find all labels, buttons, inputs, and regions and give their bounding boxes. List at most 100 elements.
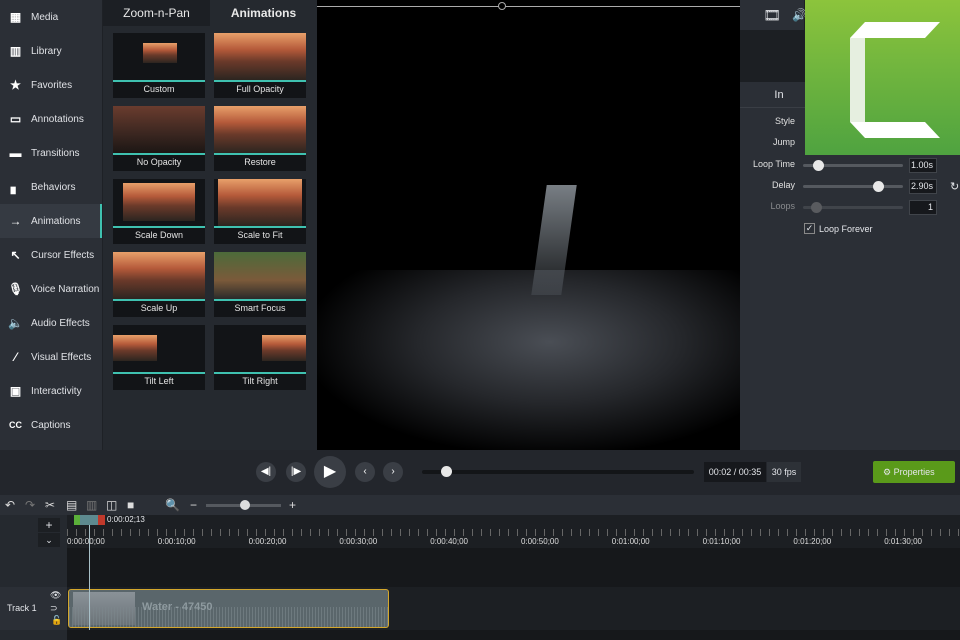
ruler-tick-label: 0:01:20;00 (793, 537, 832, 546)
sidebar-item-voice-narration[interactable]: 🎙 Voice Narration (0, 272, 102, 306)
sidebar-item-label: Transitions (31, 147, 80, 159)
interactivity-icon: ▣ (9, 384, 22, 398)
sidebar-item-library[interactable]: ▥ Library (0, 34, 102, 68)
animation-tilt-left[interactable]: Tilt Left (113, 325, 205, 390)
next-button[interactable]: › (383, 462, 403, 482)
split-icon[interactable]: ◫ (106, 498, 117, 512)
zoom-icon[interactable]: 🔍 (165, 498, 180, 512)
sidebar-item-label: Interactivity (31, 385, 82, 397)
sidebar-item-label: Audio Effects (31, 317, 90, 329)
sidebar-item-label: Library (31, 45, 62, 57)
accent-bar (113, 153, 205, 155)
eye-icon[interactable]: 👁 (50, 590, 61, 601)
properties-button[interactable]: ⚙ Properties (873, 461, 955, 483)
ruler-tick-label: 0:00:50;00 (521, 537, 559, 546)
zoom-slider[interactable] (206, 500, 281, 510)
undo-icon[interactable]: ↶ (5, 498, 15, 512)
lock-icon[interactable]: 🔓 (51, 615, 62, 626)
zoom-in-icon[interactable]: + (289, 498, 296, 512)
magnet-icon[interactable]: ⊃ (50, 603, 58, 614)
thumbnail-image (143, 43, 177, 63)
ruler-tick-label: 0:01:10;00 (702, 537, 741, 546)
redo-icon[interactable]: ↷ (25, 498, 35, 512)
sidebar-item-label: Annotations (31, 113, 84, 125)
thumbnail-label: Tilt Right (242, 376, 278, 386)
scrubber-knob[interactable] (441, 466, 453, 477)
loop-forever-checkbox[interactable]: ✓ (804, 223, 815, 234)
thumbnail-image (218, 179, 302, 226)
sidebar-item-interactivity[interactable]: ▣ Interactivity (0, 374, 102, 408)
accent-bar (214, 299, 306, 301)
snapshot-icon[interactable]: ■ (127, 498, 134, 512)
play-button[interactable]: ▶ (314, 456, 346, 488)
animation-restore[interactable]: Restore (214, 106, 306, 171)
sidebar-item-media[interactable]: ▦ Media (0, 0, 102, 34)
animation-scale-to-fit[interactable]: Scale to Fit (214, 179, 306, 244)
clip-label: Water - 47450 (142, 601, 213, 613)
out-marker[interactable] (98, 515, 105, 525)
loop-time-slider[interactable] (803, 160, 903, 171)
ruler-tick-label: 0:00:10;00 (157, 537, 196, 546)
loop-time-label: Loop Time (752, 159, 795, 169)
scrubber[interactable] (422, 466, 694, 477)
sidebar-item-label: Media (31, 11, 59, 23)
sidebar-item-label: Favorites (31, 79, 73, 91)
audio-clip[interactable]: Water - 47450 (68, 589, 389, 628)
paste-icon[interactable]: ▥ (86, 498, 97, 512)
step-forward-button[interactable]: |▶ (286, 462, 306, 482)
thumbnail-label: Custom (143, 84, 175, 94)
loops-label: Loops (770, 201, 795, 211)
accent-bar (113, 372, 205, 374)
sidebar-item-captions[interactable]: CC Captions (0, 408, 102, 442)
playback-bar: ◀| |▶ ▶ ‹ › 00:02 / 00:35 30 fps ⚙ Prope… (0, 450, 960, 495)
delay-field[interactable]: 2.90s (909, 179, 937, 194)
sidebar-item-visual-effects[interactable]: ⁄ Visual Effects (0, 340, 102, 374)
copy-icon[interactable]: ▤ (66, 498, 77, 512)
loop-time-field[interactable]: 1.00s (909, 158, 937, 173)
rotate-handle[interactable] (498, 2, 506, 10)
books-icon: ▥ (9, 44, 22, 58)
previous-button[interactable]: ‹ (355, 462, 375, 482)
reset-icon[interactable]: ↻ (950, 180, 959, 193)
sidebar-item-annotations[interactable]: ▭ Annotations (0, 102, 102, 136)
sidebar-item-cursor-effects[interactable]: ↖ Cursor Effects (0, 238, 102, 272)
animation-scale-down[interactable]: Scale Down (113, 179, 205, 244)
delay-slider[interactable] (803, 181, 903, 192)
track-1-header: Track 1 👁 ⊃ 🔓 (0, 587, 67, 630)
thumbnail-label: Smart Focus (234, 303, 286, 313)
zoom-out-icon[interactable]: − (190, 498, 197, 512)
sidebar-item-label: Captions (31, 419, 71, 431)
animation-smart-focus[interactable]: Smart Focus (214, 252, 306, 317)
sidebar-item-animations[interactable]: → Animations (0, 204, 102, 238)
tab-zoom-n-pan[interactable]: Zoom-n-Pan (103, 0, 210, 26)
loops-field[interactable]: 1 (909, 200, 937, 215)
loop-time-knob[interactable] (813, 160, 824, 171)
thumbnail-label: No Opacity (136, 157, 182, 167)
sidebar-item-behaviors[interactable]: ▖ Behaviors (0, 170, 102, 204)
animation-tilt-right[interactable]: Tilt Right (214, 325, 306, 390)
thumbnail-image (113, 335, 157, 361)
sidebar-item-favorites[interactable]: ★ Favorites (0, 68, 102, 102)
delay-knob[interactable] (873, 181, 884, 192)
cut-icon[interactable]: ✂ (45, 498, 55, 512)
animation-custom[interactable]: Custom (113, 33, 205, 98)
audio-icon[interactable]: 🔊 (792, 0, 807, 30)
animation-icon: → (9, 214, 22, 228)
cc-icon: CC (9, 420, 22, 430)
video-canvas[interactable] (317, 0, 740, 450)
tab-animations[interactable]: Animations (210, 0, 317, 26)
sidebar-item-transitions[interactable]: ▬ Transitions (0, 136, 102, 170)
animation-no-opacity[interactable]: No Opacity (113, 106, 205, 171)
add-track-button[interactable]: + (38, 518, 60, 532)
animation-scale-up[interactable]: Scale Up (113, 252, 205, 317)
zoom-knob[interactable] (240, 500, 250, 510)
playhead-handle[interactable] (80, 515, 98, 525)
collapse-button[interactable]: ⌄ (38, 533, 60, 547)
ruler-tick-label: 0:00:30;00 (339, 537, 378, 546)
timeline-ruler[interactable]: 0:00:00;00 0:00:10;00 0:00:20;00 0:00:30;00… (67, 515, 960, 548)
properties-label: Properties (893, 467, 935, 477)
sidebar-item-audio-effects[interactable]: 🔈 Audio Effects (0, 306, 102, 340)
step-back-button[interactable]: ◀| (256, 462, 276, 482)
animation-full-opacity[interactable]: Full Opacity (214, 33, 306, 98)
thumbnail-label: Restore (244, 157, 276, 167)
